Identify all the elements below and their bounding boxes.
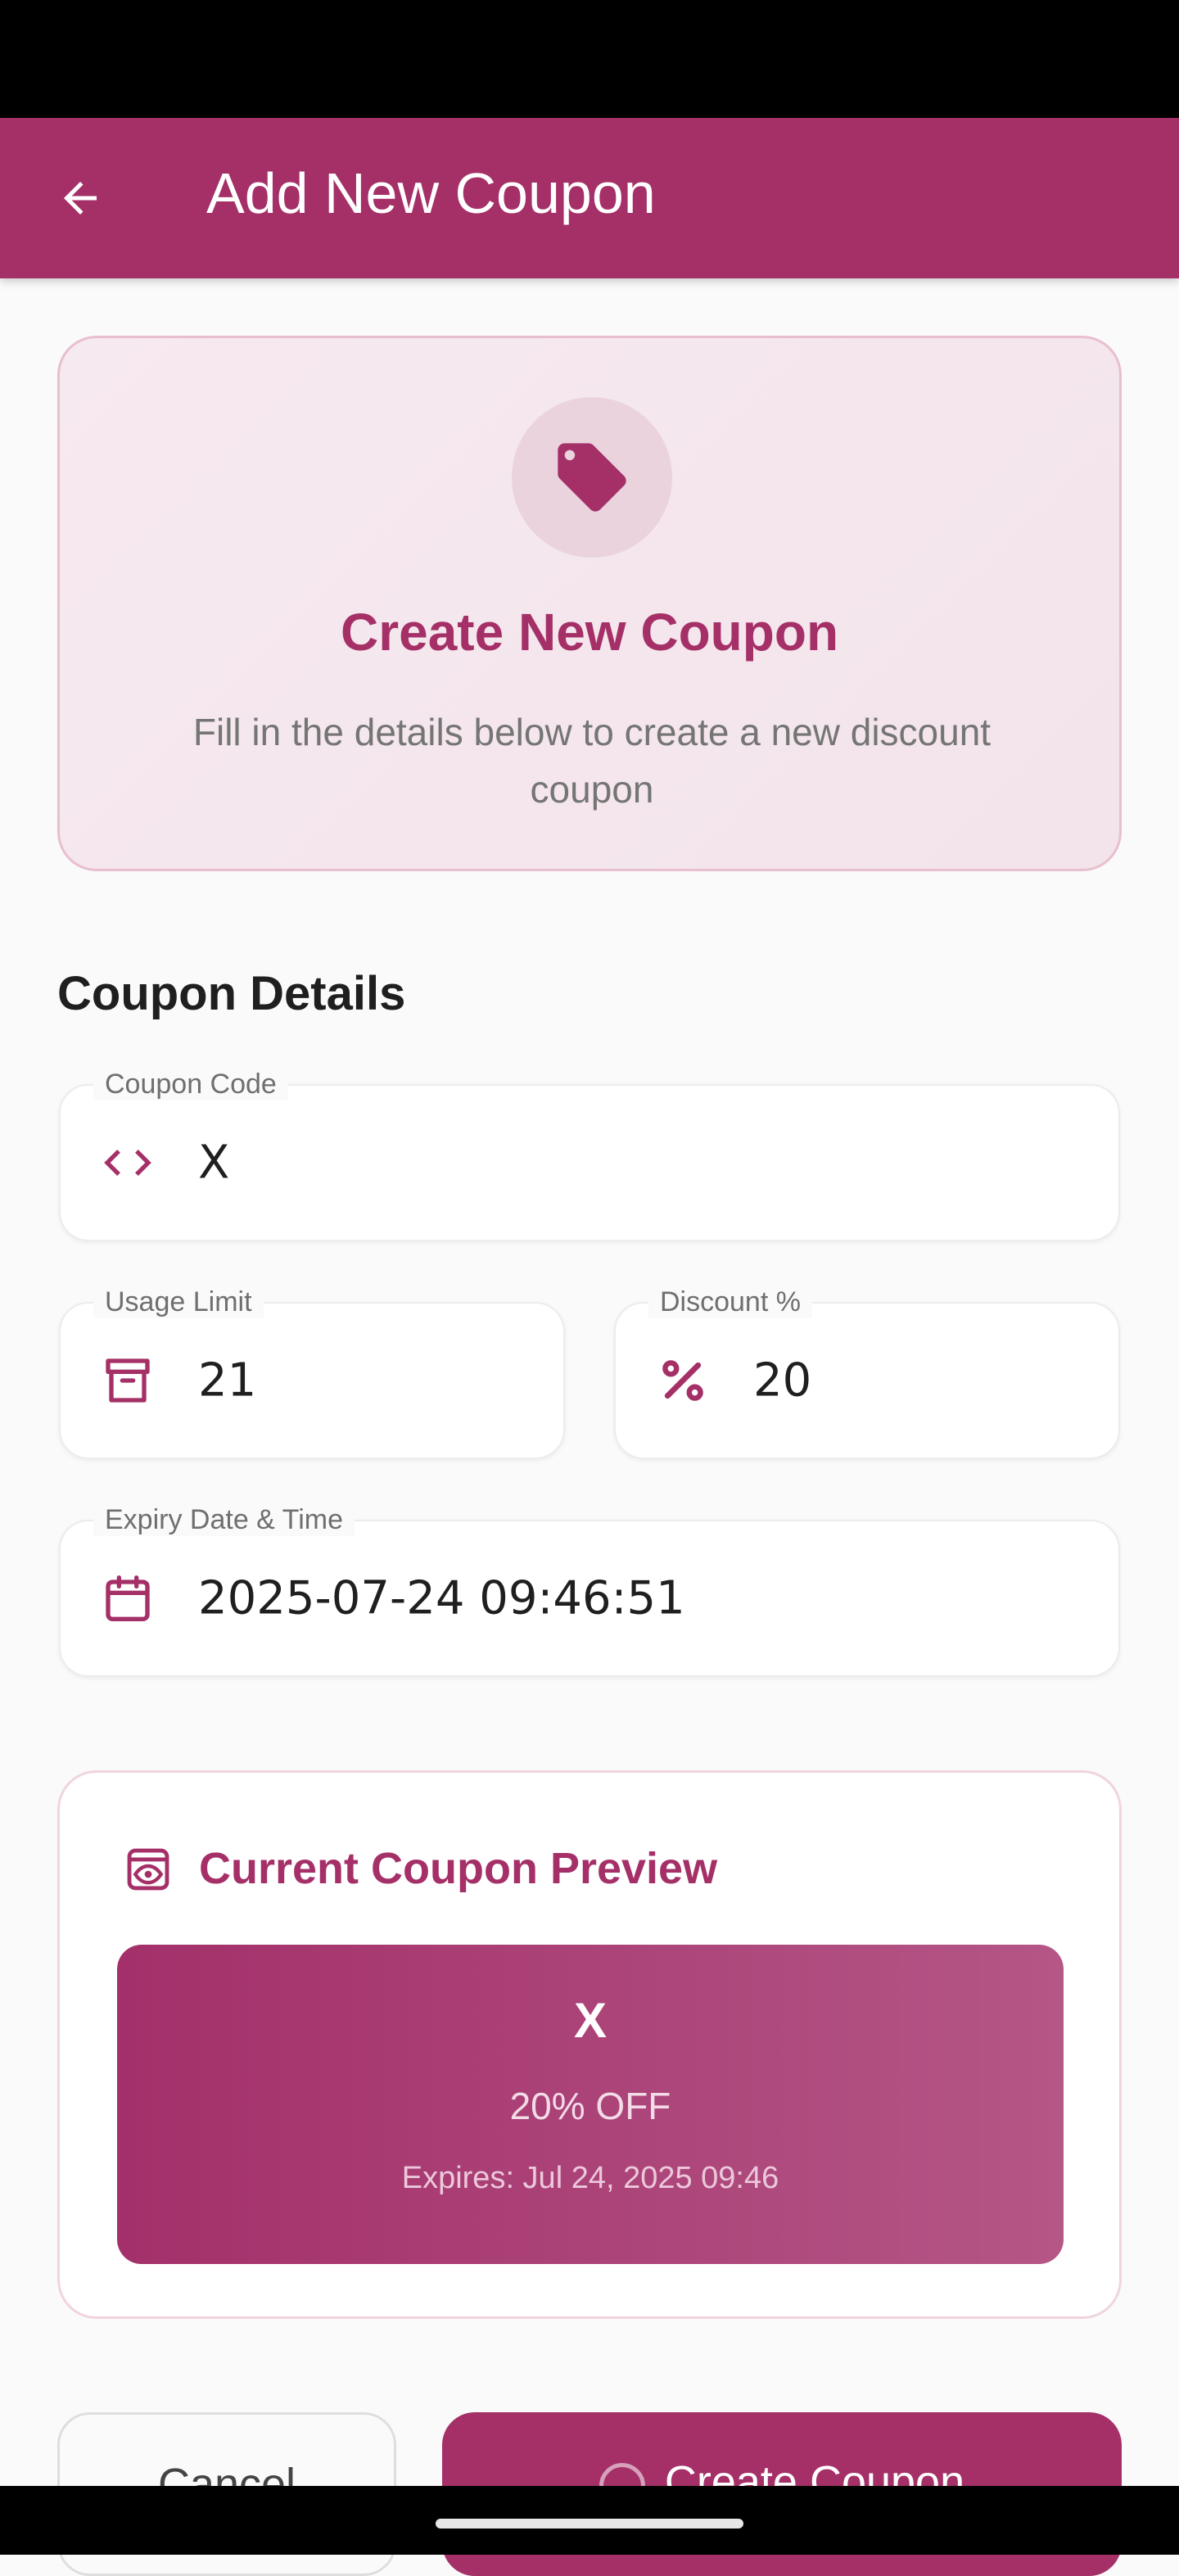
status-bar (0, 0, 1179, 118)
hero-title: Create New Coupon (340, 603, 839, 662)
page-title: Add New Coupon (206, 161, 656, 225)
hero-icon-circle (512, 397, 672, 558)
usage-limit-label: Usage Limit (93, 1286, 264, 1318)
coupon-preview-code: X (573, 1993, 608, 2048)
coupon-code-input[interactable]: X (198, 1137, 229, 1190)
calendar-icon (102, 1572, 154, 1625)
coupon-preview-expiry: Expires: Jul 24, 2025 09:46 (401, 2161, 779, 2195)
archive-box-icon (102, 1354, 154, 1407)
expiry-label: Expiry Date & Time (93, 1503, 355, 1536)
code-brackets-icon (102, 1137, 154, 1189)
arrow-back-icon (64, 182, 97, 215)
section-title: Coupon Details (57, 967, 406, 1020)
home-indicator[interactable] (436, 2519, 743, 2529)
usage-limit-input[interactable]: 21 (198, 1354, 256, 1408)
usage-limit-field[interactable]: Usage Limit 21 (59, 1286, 565, 1459)
expiry-field[interactable]: Expiry Date & Time 2025-07-24 09:46:51 (59, 1503, 1120, 1677)
coupon-code-label: Coupon Code (93, 1068, 288, 1100)
coupon-preview-card: Current Coupon Preview X 20% OFF Expires… (57, 1770, 1122, 2319)
back-button[interactable] (49, 167, 111, 229)
preview-heading: Current Coupon Preview (199, 1844, 718, 1893)
expiry-input[interactable]: 2025-07-24 09:46:51 (198, 1572, 685, 1625)
hero-card: Create New Coupon Fill in the details be… (57, 336, 1122, 871)
hero-subtitle: Fill in the details below to create a ne… (192, 711, 992, 811)
preview-eye-icon (122, 1843, 174, 1896)
discount-field[interactable]: Discount % 20 (614, 1286, 1120, 1459)
system-nav-bar (0, 2486, 1179, 2555)
coupon-ticket: X 20% OFF Expires: Jul 24, 2025 09:46 (117, 1945, 1064, 2264)
tag-icon (558, 443, 626, 512)
coupon-code-field[interactable]: Coupon Code X (59, 1068, 1120, 1241)
discount-input[interactable]: 20 (753, 1354, 811, 1408)
coupon-preview-discount: 20% OFF (509, 2085, 671, 2127)
app-bar: Add New Coupon (0, 118, 1179, 278)
percent-icon (657, 1354, 709, 1407)
discount-label: Discount % (648, 1286, 812, 1318)
